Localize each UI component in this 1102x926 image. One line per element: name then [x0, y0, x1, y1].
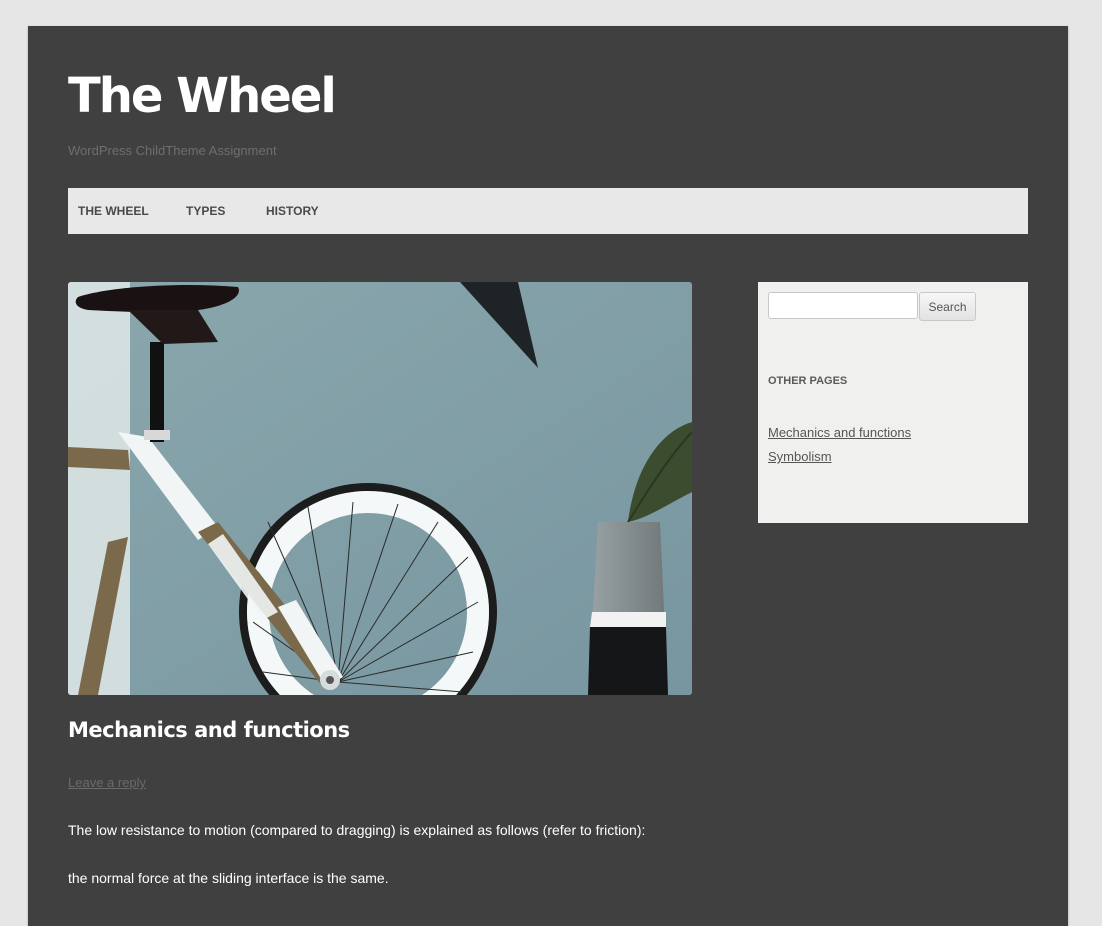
post-title[interactable]: Mechanics and functions — [68, 718, 350, 742]
other-pages-list: Mechanics and functions Symbolism — [768, 421, 911, 469]
nav-item-the-wheel[interactable]: THE WHEEL — [78, 188, 149, 234]
other-pages-heading: OTHER PAGES — [768, 375, 848, 387]
site-title[interactable]: The Wheel — [68, 66, 337, 126]
featured-image — [68, 282, 692, 695]
search-input[interactable] — [768, 292, 918, 319]
bicycle-wheel-photo — [68, 282, 692, 695]
search-button[interactable]: Search — [919, 292, 976, 321]
nav-item-types[interactable]: TYPES — [186, 188, 225, 234]
sidebar: Search OTHER PAGES Mechanics and functio… — [758, 282, 1028, 523]
page-container: The Wheel WordPress ChildTheme Assignmen… — [28, 26, 1068, 926]
sidebar-link-symbolism[interactable]: Symbolism — [768, 445, 911, 469]
leave-reply-link[interactable]: Leave a reply — [68, 775, 146, 790]
site-description: WordPress ChildTheme Assignment — [68, 143, 277, 158]
post-paragraph: The low resistance to motion (compared t… — [68, 822, 646, 838]
main-navigation: THE WHEEL TYPES HISTORY — [68, 188, 1028, 234]
sidebar-link-mechanics[interactable]: Mechanics and functions — [768, 421, 911, 445]
post-paragraph: the normal force at the sliding interfac… — [68, 870, 389, 886]
nav-item-history[interactable]: HISTORY — [266, 188, 319, 234]
